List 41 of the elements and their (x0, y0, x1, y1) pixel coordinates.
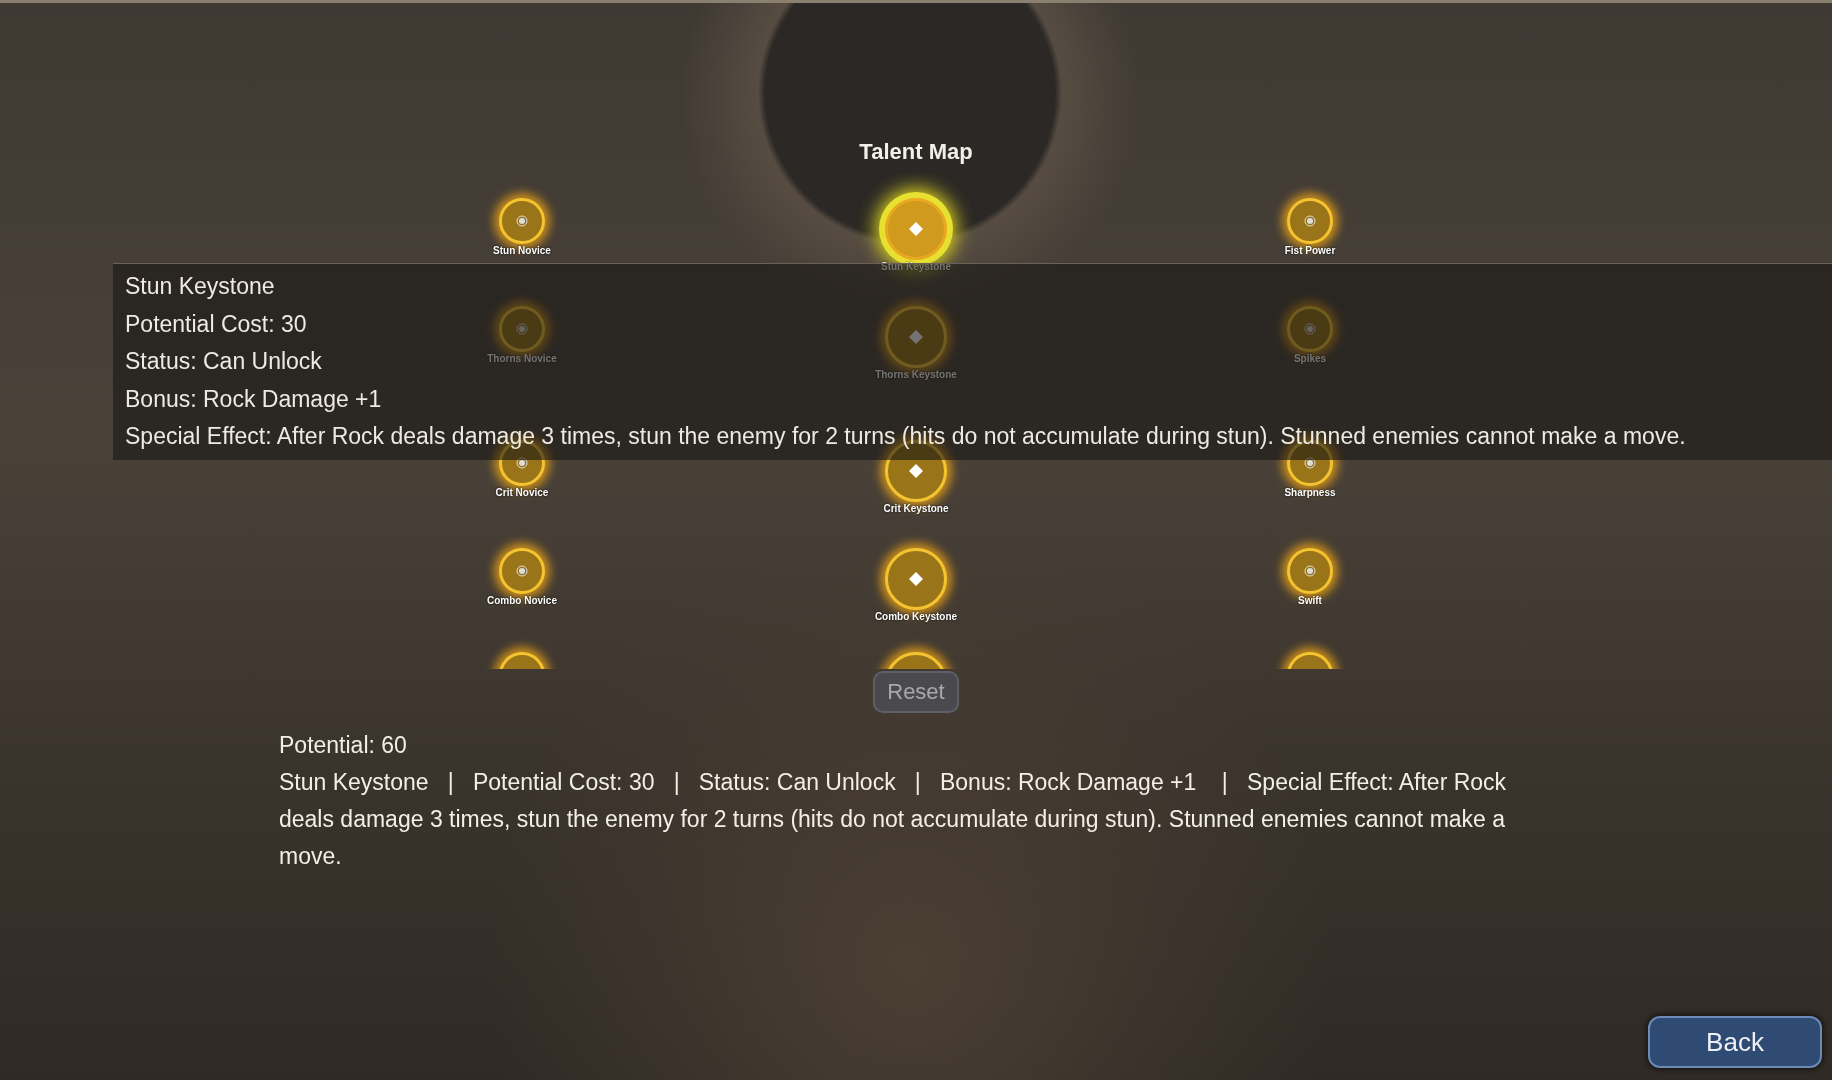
node-label: Combo Keystone (874, 611, 958, 622)
target-icon (516, 457, 528, 469)
talent-node[interactable] (499, 548, 545, 594)
node-label: Spikes (1293, 353, 1327, 364)
talent-node[interactable] (499, 198, 545, 244)
diamond-icon (909, 222, 923, 236)
target-icon (1304, 323, 1316, 335)
target-icon (1304, 565, 1316, 577)
tooltip-line: Stun Keystone (125, 272, 275, 301)
node-label: Thorns Keystone (875, 369, 957, 380)
diamond-icon (909, 464, 923, 478)
talent-node[interactable] (885, 306, 947, 368)
talent-node[interactable] (885, 548, 947, 610)
talent-node[interactable] (499, 306, 545, 352)
target-icon (516, 565, 528, 577)
target-icon (516, 323, 528, 335)
potential-text: Potential: 60 (279, 731, 408, 760)
node-label: Fist Power (1284, 245, 1336, 256)
tooltip-line: Status: Can Unlock (125, 347, 322, 377)
talent-details: Stun Keystone | Potential Cost: 30 | Status: Can Unlock | Bonus: Rock Damage +1 | Special Effect: After Rock deals damage 3 times, stun the enemy for 2 turns (hits do not accumulate during stun). Stunned enemies cannot make a move. (279, 768, 1508, 871)
diamond-icon (909, 572, 923, 586)
node-label: Combo Novice (487, 595, 557, 606)
target-icon (1304, 215, 1316, 227)
node-label: Crit Keystone (883, 503, 949, 514)
talent-node[interactable] (1287, 306, 1333, 352)
tooltip-line: Special Effect: After Rock deals damage 3 times, stun the enemy for 2 turns (hits do not accumulate during stun). Stunned enemies cannot make a move. (125, 422, 1686, 452)
talent-node[interactable] (1287, 548, 1333, 594)
reset-button[interactable]: Reset (873, 671, 959, 713)
talent-node[interactable] (1287, 198, 1333, 244)
node-label: Sharpness (1284, 487, 1336, 498)
node-label: Thorns Novice (487, 353, 557, 364)
tooltip-line: Bonus: Rock Damage +1 (125, 384, 382, 414)
page-title: Talent Map (859, 139, 973, 165)
target-icon (1304, 457, 1316, 469)
back-button[interactable]: Back (1648, 1016, 1822, 1068)
node-label: Crit Novice (495, 487, 549, 498)
node-label: Stun Novice (493, 245, 551, 256)
target-icon (516, 215, 528, 227)
diamond-icon (909, 330, 923, 344)
tooltip-line: Potential Cost: 30 (125, 309, 307, 339)
node-label: Swift (1298, 595, 1322, 606)
